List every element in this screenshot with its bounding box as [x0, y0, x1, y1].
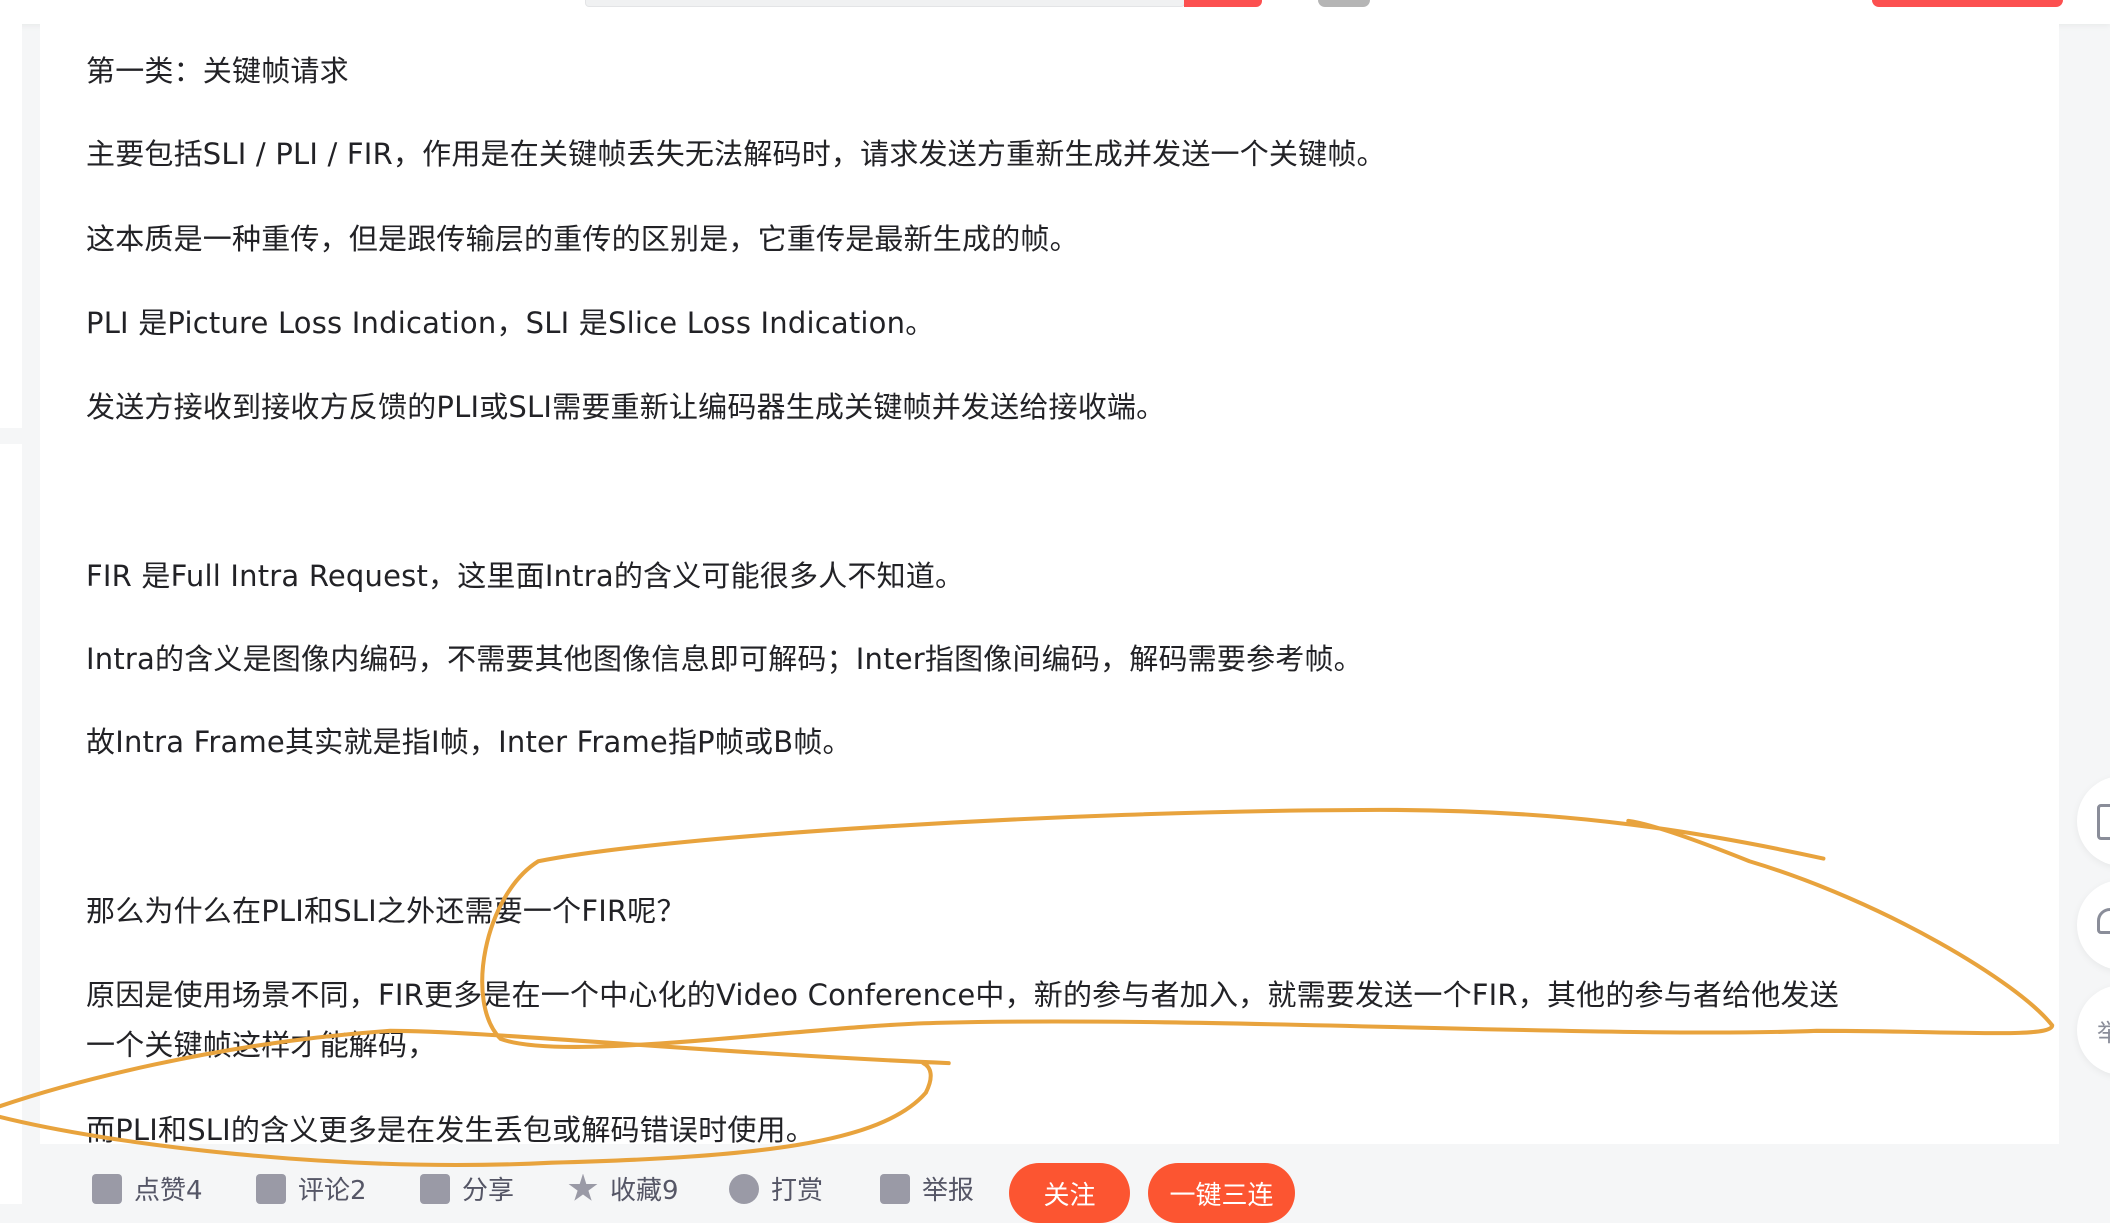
article-line: 一个关键帧这样才能解码，	[86, 1028, 437, 1062]
star-icon	[568, 1173, 598, 1201]
sidebar-panel	[0, 444, 22, 1204]
share-button[interactable]: 分享	[420, 1170, 514, 1207]
like-label: 点赞4	[134, 1176, 203, 1206]
article-line: PLI 是Picture Loss Indication，SLI 是Slice …	[86, 306, 935, 340]
article-line: 这本质是一种重传，但是跟传输层的重传的区别是，它重传是最新生成的帧。	[86, 222, 1079, 256]
like-button[interactable]: 点赞4	[92, 1170, 203, 1207]
follow-button[interactable]: 关注	[1009, 1163, 1130, 1223]
flag-icon	[880, 1173, 910, 1204]
article-line: FIR 是Full Intra Request，这里面Intra的含义可能很多人…	[86, 559, 965, 593]
search-button[interactable]	[1184, 0, 1262, 7]
side-report-button[interactable]: 举	[2077, 985, 2110, 1075]
phone-icon	[2097, 804, 2110, 840]
comment-label: 评论2	[298, 1176, 367, 1206]
yuan-coin-icon	[729, 1173, 759, 1204]
side-report-label: 举	[2097, 1019, 2110, 1047]
reward-button[interactable]: 打赏	[729, 1170, 823, 1207]
comment-icon	[256, 1173, 286, 1204]
article-line: 第一类：关键帧请求	[86, 54, 349, 88]
report-button[interactable]: 举报	[880, 1170, 974, 1207]
report-label: 举报	[922, 1176, 975, 1206]
avatar[interactable]	[1318, 0, 1370, 7]
triple-action-button[interactable]: 一键三连	[1148, 1163, 1295, 1223]
left-sidebar	[0, 24, 22, 1204]
favorite-label: 收藏9	[610, 1176, 679, 1206]
comment-button[interactable]: 评论2	[256, 1170, 367, 1207]
sidebar-panel	[0, 24, 22, 428]
customer-service-button[interactable]	[2077, 880, 2110, 970]
thumbs-up-icon	[92, 1173, 122, 1204]
article-line: 主要包括SLI / PLI / FIR，作用是在关键帧丢失无法解码时，请求发送方…	[86, 137, 1386, 171]
share-icon	[420, 1173, 450, 1204]
mobile-view-button[interactable]	[2077, 776, 2110, 866]
article-line: 原因是使用场景不同，FIR更多是在一个中心化的Video Conference中…	[86, 978, 1839, 1012]
publish-button[interactable]	[1872, 0, 2063, 7]
article-line: 那么为什么在PLI和SLI之外还需要一个FIR呢？	[86, 894, 686, 928]
article-line: 而PLI和SLI的含义更多是在发生丢包或解码错误时使用。	[86, 1113, 815, 1147]
reward-label: 打赏	[771, 1176, 824, 1206]
article-line: 故Intra Frame其实就是指I帧，Inter Frame指P帧或B帧。	[86, 725, 852, 759]
top-navbar	[0, 0, 2110, 24]
article-line: Intra的含义是图像内编码，不需要其他图像信息即可解码；Inter指图像间编码…	[86, 642, 1363, 676]
headset-icon	[2097, 908, 2110, 934]
share-label: 分享	[462, 1176, 515, 1206]
article-line: 发送方接收到接收方反馈的PLI或SLI需要重新让编码器生成关键帧并发送给接收端。	[86, 390, 1166, 424]
search-input[interactable]	[585, 0, 1185, 7]
favorite-button[interactable]: 收藏9	[568, 1170, 679, 1207]
